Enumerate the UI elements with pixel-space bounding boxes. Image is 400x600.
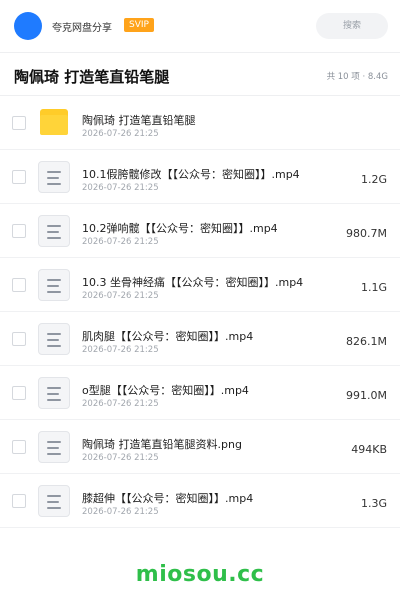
watermark-brand: miosou.cc [135,562,265,587]
select-checkbox[interactable] [12,332,26,346]
page-title: 陶佩琦 打造笔直铅笔腿 [14,68,170,86]
search-input[interactable]: 搜索 [316,13,388,39]
file-size: 1.1G [360,281,387,294]
folder-icon [40,109,68,135]
document-icon [38,323,70,355]
file-name[interactable]: 膝超伸【【公众号：密知圈】】.mp4 [82,490,253,506]
title-bar: 陶佩琦 打造笔直铅笔腿 共 10 项 · 8.4G [0,53,400,95]
file-name[interactable]: 陶佩琦 打造笔直铅笔腿资料.png [82,436,242,452]
file-date: 2026-07-26 21:25 [82,291,159,301]
file-name[interactable]: o型腿【【公众号：密知圈】】.mp4 [82,382,249,398]
file-size: 1.2G [360,173,387,186]
select-checkbox[interactable] [12,440,26,454]
file-size: 826.1M [346,335,387,348]
file-date: 2026-07-26 21:25 [82,345,159,355]
list-item[interactable]: o型腿【【公众号：密知圈】】.mp4 2026-07-26 21:25 991.0M [0,366,400,420]
file-date: 2026-07-26 21:25 [82,129,159,139]
file-name[interactable]: 陶佩琦 打造笔直铅笔腿 [82,112,196,128]
select-checkbox[interactable] [12,278,26,292]
document-icon [38,161,70,193]
document-icon [38,431,70,463]
select-checkbox[interactable] [12,494,26,508]
document-icon [38,215,70,247]
list-item[interactable]: 陶佩琦 打造笔直铅笔腿资料.png 2026-07-26 21:25 494KB [0,420,400,474]
select-checkbox[interactable] [12,386,26,400]
file-name[interactable]: 10.1假胯髋修改【【公众号：密知圈】】.mp4 [82,166,300,182]
list-item[interactable]: 陶佩琦 打造笔直铅笔腿 2026-07-26 21:25 [0,96,400,150]
file-date: 2026-07-26 21:25 [82,453,159,463]
select-checkbox[interactable] [12,116,26,130]
select-checkbox[interactable] [12,170,26,184]
file-name[interactable]: 肌肉腿【【公众号：密知圈】】.mp4 [82,328,253,344]
file-date: 2026-07-26 21:25 [82,507,159,517]
file-date: 2026-07-26 21:25 [82,237,159,247]
document-icon [38,377,70,409]
file-size: 494KB [351,443,387,456]
list-item[interactable]: 10.2弹响髋【【公众号：密知圈】】.mp4 2026-07-26 21:25 98… [0,204,400,258]
file-name[interactable]: 10.2弹响髋【【公众号：密知圈】】.mp4 [82,220,278,236]
file-date: 2026-07-26 21:25 [82,183,159,193]
select-checkbox[interactable] [12,224,26,238]
avatar[interactable] [14,12,42,40]
list-item[interactable]: 10.1假胯髋修改【【公众号：密知圈】】.mp4 2026-07-26 21:25… [0,150,400,204]
item-summary: 共 10 项 · 8.4G [326,72,388,82]
app-header: 夸克网盘分享 SVIP 搜索 [0,0,400,52]
document-icon [38,269,70,301]
list-item[interactable]: 膝超伸【【公众号：密知圈】】.mp4 2026-07-26 21:25 1.3G [0,474,400,528]
file-size: 991.0M [346,389,387,402]
list-item[interactable]: 肌肉腿【【公众号：密知圈】】.mp4 2026-07-26 21:25 826.1M [0,312,400,366]
svip-badge: SVIP [124,18,154,32]
sharer-name: 夸克网盘分享 [52,23,112,34]
file-name[interactable]: 10.3 坐骨神经痛【【公众号：密知圈】】.mp4 [82,274,303,290]
file-size: 1.3G [360,497,387,510]
file-date: 2026-07-26 21:25 [82,399,159,409]
list-item[interactable]: 10.3 坐骨神经痛【【公众号：密知圈】】.mp4 2026-07-26 21:2… [0,258,400,312]
document-icon [38,485,70,517]
file-size: 980.7M [346,227,387,240]
